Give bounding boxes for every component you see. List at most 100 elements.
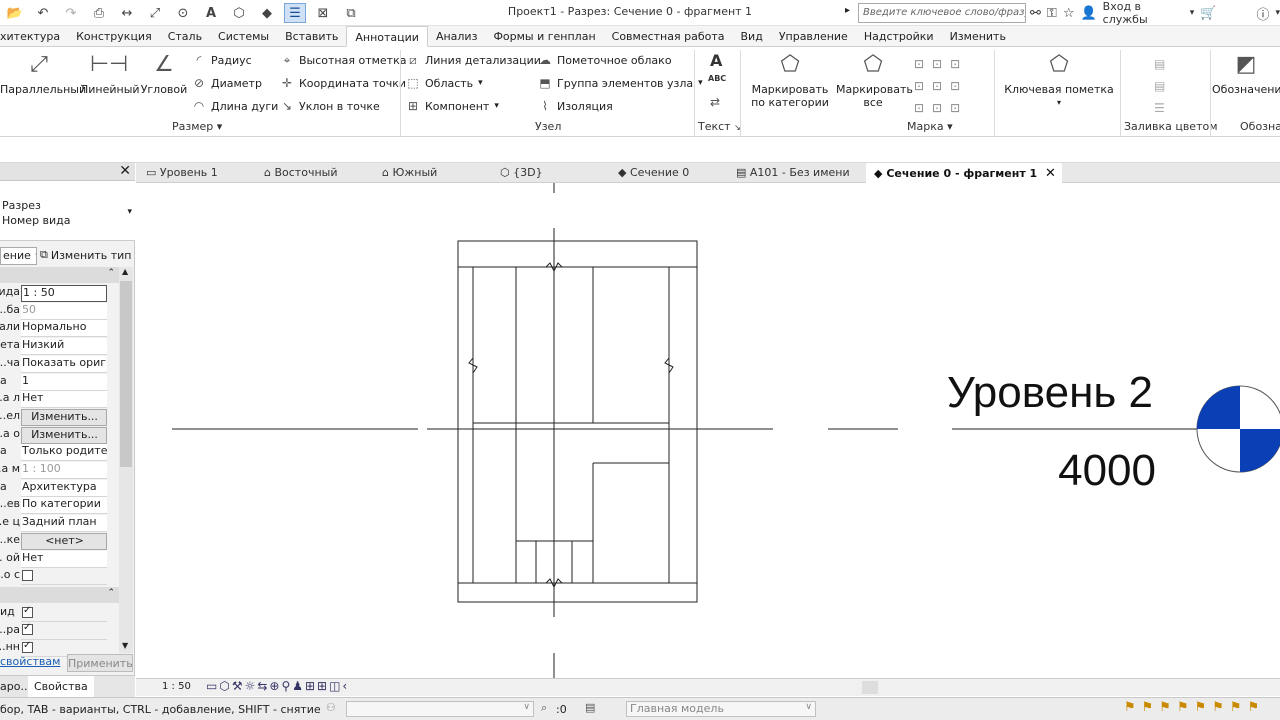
edit-type-button[interactable]: ⧉ Изменить тип — [40, 248, 131, 262]
property-row[interactable]: а Только родите... — [0, 444, 119, 462]
property-value[interactable]: Задний план — [21, 515, 107, 533]
keynote-button[interactable]: ⬠ Ключевая пометка ▾ — [1004, 51, 1114, 109]
aligned-dimension-button[interactable]: ⤢ Параллельный — [0, 51, 86, 96]
chevron-down-icon[interactable]: ▾ — [1275, 8, 1280, 18]
property-value[interactable]: По категории — [21, 497, 107, 515]
property-row[interactable]: ел...Изменить... — [0, 408, 119, 427]
property-value[interactable]: Показать ориг... — [21, 355, 107, 373]
property-row[interactable]: ета...Низкий — [0, 338, 119, 356]
help-icon[interactable]: ⓘ — [1256, 4, 1269, 23]
drawing-canvas[interactable]: Уровень 2 4000 — [136, 183, 1280, 678]
design-options-icon[interactable]: ▤ — [585, 701, 595, 714]
property-checkbox[interactable] — [22, 623, 33, 636]
tab-modify[interactable]: Изменить — [942, 26, 1014, 47]
spot-elevation-button[interactable]: ⌖ Высотная отметка — [280, 53, 407, 68]
property-row[interactable]: о с... — [0, 568, 119, 586]
view-tab-section-fragment[interactable]: ◆ Сечение 0 - фрагмент 1 ✕ — [866, 163, 1062, 183]
favorites-star-icon[interactable]: ☆ — [1063, 6, 1075, 21]
open-icon[interactable]: 📂 — [4, 3, 26, 23]
property-value[interactable] — [21, 605, 107, 622]
text-tool-icon[interactable]: A — [710, 51, 722, 70]
type-selector[interactable]: Разрез Номер вида ▾ — [0, 181, 135, 241]
property-value[interactable]: 1 : 50 — [21, 285, 107, 302]
property-value[interactable]: Нормально — [21, 320, 107, 338]
close-hidden-icon[interactable]: ⊠ — [312, 3, 334, 23]
undo-icon[interactable]: ↶ — [32, 3, 54, 23]
property-value[interactable]: 50 — [21, 302, 107, 320]
cart-icon[interactable]: 🛒 — [1200, 6, 1216, 21]
scrollbar-thumb[interactable] — [120, 281, 132, 467]
tag-by-category-button[interactable]: ⬠ Маркировать по категории — [744, 51, 836, 109]
apply-button[interactable]: Применить — [67, 654, 133, 672]
level-name[interactable]: Уровень 2 — [947, 368, 1153, 417]
property-row[interactable]: ев...По категории — [0, 497, 119, 515]
property-row[interactable]: ке...<нет> — [0, 532, 119, 551]
text-panel-label[interactable]: Текст ↘ — [698, 120, 741, 133]
tag-panel-label[interactable]: Марка ▾ — [907, 120, 953, 133]
project-browser-tab[interactable]: аро... — [0, 680, 31, 693]
property-value[interactable]: Архитектура — [21, 479, 107, 497]
symbol-button[interactable]: ◩ Обозначени — [1212, 51, 1280, 96]
tab-systems[interactable]: Системы — [210, 26, 277, 47]
instance-filter-dropdown[interactable]: ение ∨ — [0, 247, 37, 265]
property-row[interactable]: ида 1 : 50 — [0, 285, 119, 303]
group-header-extents[interactable]: ⌃ — [0, 587, 119, 603]
property-value[interactable]: Низкий — [21, 338, 107, 356]
property-value[interactable]: Изменить... — [21, 426, 107, 444]
search-input[interactable]: Введите ключевое слово/фразу — [858, 3, 1026, 23]
tag-all-button[interactable]: ⬠ Маркировать все — [836, 51, 913, 109]
3d-view-icon[interactable]: ⬡ — [228, 3, 250, 23]
tab-annotate[interactable]: Аннотации — [346, 25, 428, 47]
view-tab-east[interactable]: ⌂ Восточный — [256, 163, 343, 183]
insulation-button[interactable]: ⌇ Изоляция — [538, 99, 613, 113]
property-value[interactable]: 1 : 100 — [21, 462, 107, 479]
close-icon[interactable]: ✕ — [119, 163, 131, 179]
workset-dropdown[interactable]: ∨ — [346, 701, 534, 717]
signin-link[interactable]: Вход в службы — [1103, 0, 1184, 26]
property-value[interactable]: 1 — [21, 373, 107, 391]
dimension-icon[interactable]: ⤢ — [144, 3, 166, 23]
section-icon[interactable]: ◆ — [256, 3, 278, 23]
property-row[interactable]: а Архитектура — [0, 479, 119, 498]
scroll-down-icon[interactable]: ▼ — [122, 641, 128, 650]
property-row[interactable]: е ц...Задний план — [0, 515, 119, 533]
design-option-dropdown[interactable]: Главная модель ∨ — [626, 701, 816, 717]
print-icon[interactable]: ⎙ — [88, 3, 110, 23]
spot-coordinate-button[interactable]: ✛ Координата точки — [280, 76, 406, 90]
view-scale[interactable]: 1 : 50 — [162, 681, 191, 692]
arc-length-button[interactable]: ◠ Длина дуги — [192, 99, 279, 113]
selection-filter-icons[interactable]: ⚑⚑⚑⚑⚑⚑⚑⚑ — [1124, 700, 1265, 715]
tab-massing[interactable]: Формы и генплан — [485, 26, 603, 47]
section-drawing[interactable]: Уровень 2 4000 — [136, 183, 1280, 678]
level-head-symbol[interactable] — [1196, 385, 1280, 473]
property-value[interactable]: <нет> — [21, 532, 107, 550]
section-outline[interactable] — [457, 240, 698, 603]
property-row[interactable]: а о...Изменить... — [0, 426, 119, 445]
property-row[interactable]: ба...50 — [0, 302, 119, 321]
revision-cloud-button[interactable]: ☁ Пометочное облако — [538, 53, 672, 67]
tag-small-icons[interactable]: ⊡⊡⊡ ⊡⊡⊡ ⊡⊡⊡ — [914, 53, 984, 119]
measure-icon[interactable]: ↔ — [116, 3, 138, 23]
property-row[interactable]: а л...Нет — [0, 391, 119, 409]
detail-line-button[interactable]: ⧄ Линия детализации — [406, 53, 541, 68]
property-value[interactable]: Только родите... — [21, 444, 107, 462]
property-row[interactable]: ид — [0, 605, 119, 623]
user-icon[interactable]: 👤 — [1080, 6, 1096, 21]
property-checkbox[interactable] — [22, 569, 33, 581]
property-checkbox[interactable] — [22, 640, 33, 653]
switch-windows-icon[interactable]: ⧉ — [340, 3, 362, 23]
linear-dimension-button[interactable]: ⊢⊣ Линейный — [80, 51, 140, 96]
properties-scrollbar[interactable]: ▲ ▼ — [119, 267, 133, 653]
editable-only-icon[interactable]: ⌕ — [541, 701, 547, 715]
level-elevation[interactable]: 4000 — [1058, 446, 1156, 495]
view-tab-south[interactable]: ⌂ Южный — [374, 163, 443, 183]
angular-dimension-button[interactable]: ∠ Угловой — [140, 51, 188, 96]
detail-group-button[interactable]: ⬒ Группа элементов узла ▾ — [538, 76, 702, 90]
thin-lines-icon[interactable]: ☰ — [284, 3, 306, 23]
property-value[interactable] — [21, 623, 107, 640]
property-value[interactable]: Нет — [21, 391, 107, 409]
binoculars-icon[interactable]: ⚯ — [1030, 6, 1041, 21]
view-tab-level-1[interactable]: ▭ Уровень 1 — [138, 163, 224, 183]
view-control-icons[interactable]: ▭⬡⚒☼⇆⊕⚲♟⊞⊞◫‹ — [206, 679, 349, 693]
property-row[interactable]: ой ...Нет — [0, 550, 119, 569]
